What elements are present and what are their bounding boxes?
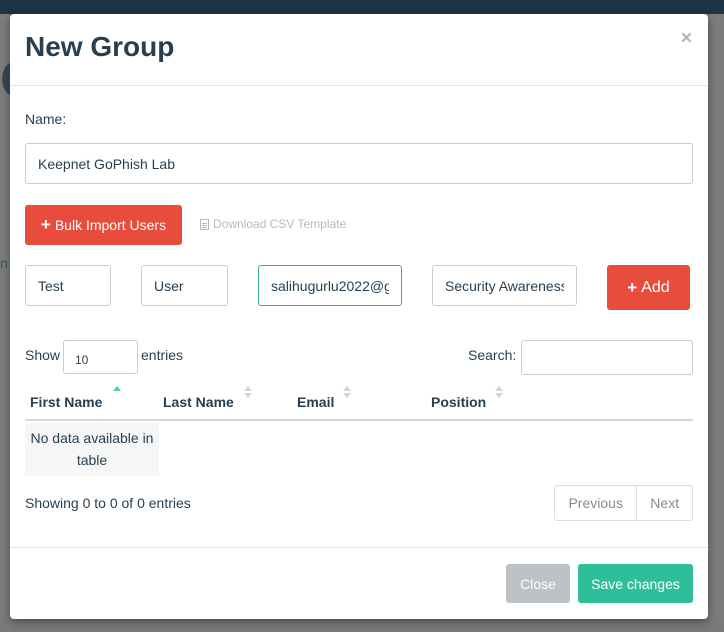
modal-header: New Group × bbox=[10, 14, 708, 86]
search-label: Search: bbox=[468, 347, 517, 363]
previous-page-button[interactable]: Previous bbox=[555, 486, 638, 520]
add-user-button[interactable]: + Add bbox=[607, 265, 690, 310]
bulk-import-label: Bulk Import Users bbox=[54, 217, 167, 233]
background-edge-text: n bbox=[0, 255, 8, 271]
email-input[interactable] bbox=[258, 265, 402, 306]
column-header-position[interactable]: Position bbox=[431, 394, 486, 410]
show-label: Show bbox=[25, 347, 61, 363]
position-input[interactable] bbox=[432, 265, 577, 306]
search-input[interactable] bbox=[521, 340, 693, 375]
sort-icon bbox=[495, 386, 503, 400]
next-page-button[interactable]: Next bbox=[637, 486, 692, 520]
column-header-last-name[interactable]: Last Name bbox=[163, 394, 234, 410]
footer-divider bbox=[10, 547, 708, 548]
plus-icon: + bbox=[40, 215, 51, 234]
csv-template-label: Download CSV Template bbox=[213, 217, 347, 231]
add-label: Add bbox=[641, 278, 670, 296]
pagination: Previous Next bbox=[554, 485, 693, 521]
first-name-input[interactable] bbox=[25, 265, 111, 306]
file-icon bbox=[200, 218, 209, 230]
modal-title: New Group bbox=[25, 31, 175, 62]
sort-icon bbox=[343, 386, 351, 400]
column-header-email[interactable]: Email bbox=[297, 394, 334, 410]
bulk-import-users-button[interactable]: + Bulk Import Users bbox=[25, 205, 182, 245]
group-name-input[interactable] bbox=[25, 143, 693, 184]
background-page-right bbox=[708, 14, 724, 632]
background-page-bottom bbox=[0, 618, 724, 632]
last-name-input[interactable] bbox=[141, 265, 228, 306]
sort-asc-icon bbox=[113, 386, 121, 400]
background-navbar bbox=[0, 0, 724, 14]
sort-icon bbox=[244, 386, 252, 400]
table-empty-message: No data available in table bbox=[25, 423, 159, 476]
plus-icon: + bbox=[627, 277, 638, 297]
new-group-modal: New Group × Name: + Bulk Import Users Do… bbox=[10, 14, 708, 619]
download-csv-template-link[interactable]: Download CSV Template bbox=[200, 217, 346, 231]
column-header-first-name[interactable]: First Name bbox=[30, 394, 102, 410]
table-header-divider bbox=[25, 419, 693, 421]
close-button[interactable]: Close bbox=[506, 564, 570, 603]
table-info: Showing 0 to 0 of 0 entries bbox=[25, 495, 191, 511]
name-label: Name: bbox=[25, 111, 67, 127]
page-length-select[interactable]: 10 bbox=[63, 340, 138, 374]
close-icon[interactable]: × bbox=[681, 28, 692, 50]
entries-label: entries bbox=[141, 347, 184, 363]
save-changes-button[interactable]: Save changes bbox=[578, 564, 693, 603]
